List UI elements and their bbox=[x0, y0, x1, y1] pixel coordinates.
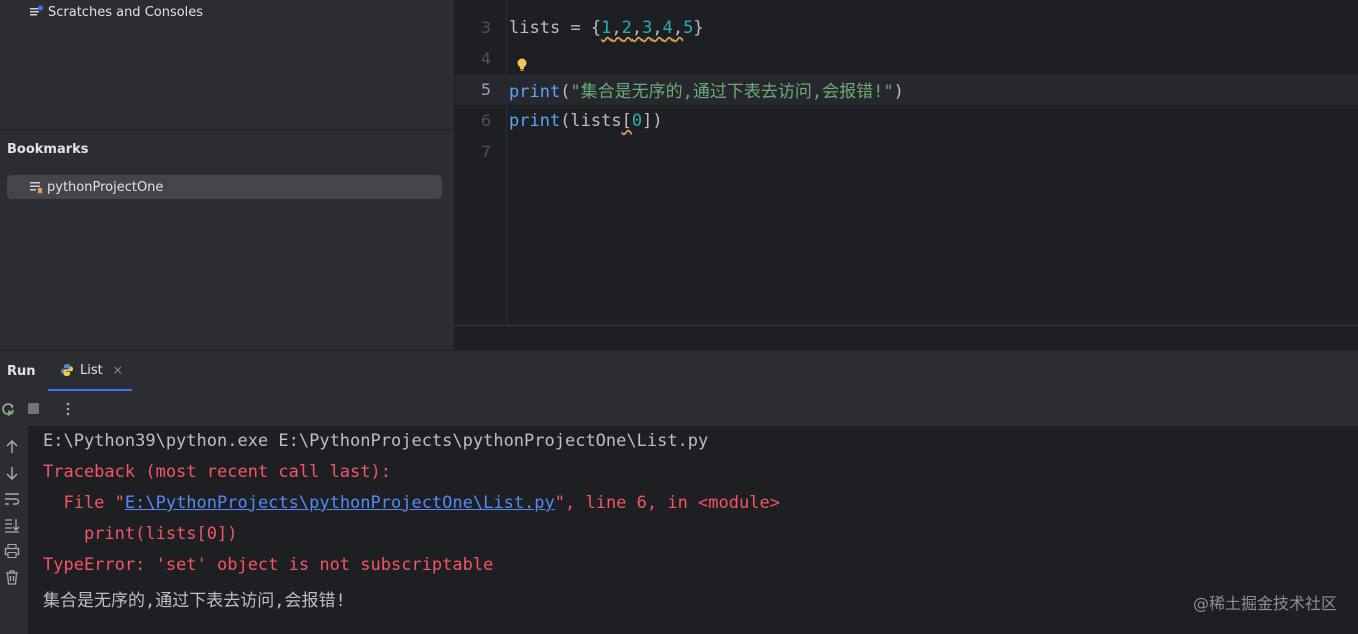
scroll-to-end-icon[interactable] bbox=[4, 517, 20, 533]
line-number: 3 bbox=[480, 18, 491, 37]
code-line-5: print("集合是无序的,通过下表去访问,会报错!") bbox=[509, 82, 904, 102]
run-toolbar bbox=[0, 392, 1358, 426]
tab-list[interactable]: List × bbox=[48, 351, 132, 391]
console-program-output: 集合是无序的,通过下表去访问,会报错! bbox=[43, 591, 346, 611]
bookmark-list-icon bbox=[30, 182, 42, 194]
editor-line-6[interactable]: 6 print(lists[0]) bbox=[455, 105, 1358, 136]
file-suffix: ", line 6, in <module> bbox=[554, 493, 780, 513]
console-side-toolbar bbox=[0, 426, 28, 634]
scratches-label: Scratches and Consoles bbox=[48, 4, 204, 20]
up-arrow-icon[interactable] bbox=[4, 439, 20, 455]
console-error-line: TypeError: 'set' object is not subscript… bbox=[43, 555, 494, 575]
project-panel: Scratches and Consoles Bookmarks pythonP… bbox=[0, 0, 454, 350]
file-prefix: File " bbox=[43, 493, 125, 513]
bookmark-item-pythonprojectone[interactable]: pythonProjectOne bbox=[7, 175, 442, 199]
file-path-link[interactable]: E:\PythonProjects\pythonProjectOne\List.… bbox=[125, 493, 555, 513]
line-number: 6 bbox=[480, 111, 491, 130]
line-number: 5 bbox=[480, 80, 491, 99]
trash-icon[interactable] bbox=[4, 569, 20, 585]
editor-line-4[interactable]: 4 bbox=[455, 43, 1358, 74]
console-traceback-header: Traceback (most recent call last): bbox=[43, 462, 391, 482]
code-line-6: print(lists[0]) bbox=[509, 110, 663, 131]
code-text-lists: lists = { bbox=[509, 17, 602, 38]
scratches-and-consoles-item[interactable]: Scratches and Consoles bbox=[28, 4, 203, 20]
console-command-line: E:\Python39\python.exe E:\PythonProjects… bbox=[43, 431, 709, 451]
console-code-line: print(lists[0]) bbox=[43, 524, 238, 544]
scratches-icon bbox=[30, 5, 43, 16]
stop-icon[interactable] bbox=[28, 403, 39, 414]
editor-bottom-area bbox=[455, 325, 1358, 351]
line-number: 7 bbox=[480, 142, 491, 161]
panel-divider bbox=[0, 129, 454, 130]
watermark: @稀土掘金技术社区 bbox=[1192, 594, 1337, 613]
bookmarks-title: Bookmarks bbox=[7, 142, 89, 157]
close-icon[interactable]: × bbox=[113, 363, 123, 377]
soft-wrap-icon[interactable] bbox=[4, 491, 20, 507]
console-file-line: File "E:\PythonProjects\pythonProjectOne… bbox=[43, 493, 780, 513]
run-console-output[interactable]: E:\Python39\python.exe E:\PythonProjects… bbox=[28, 426, 1358, 634]
editor-line-7[interactable]: 7 bbox=[455, 136, 1358, 167]
bookmark-item-label: pythonProjectOne bbox=[47, 179, 164, 195]
python-icon bbox=[61, 364, 73, 376]
more-icon[interactable] bbox=[60, 401, 76, 417]
print-icon[interactable] bbox=[4, 543, 20, 559]
rerun-icon[interactable] bbox=[0, 401, 16, 417]
run-title: Run bbox=[7, 364, 36, 379]
tab-label: List bbox=[80, 362, 103, 378]
run-panel-header: Run List × bbox=[0, 350, 1358, 393]
line-number: 4 bbox=[480, 49, 491, 68]
code-line-3: lists = {1,2,3,4,5} bbox=[509, 17, 704, 38]
lightbulb-icon[interactable] bbox=[517, 58, 527, 72]
editor-line-3[interactable]: 3 lists = {1,2,3,4,5} bbox=[455, 12, 1358, 43]
editor-line-5[interactable]: 5 print("集合是无序的,通过下表去访问,会报错!") bbox=[455, 74, 1358, 105]
down-arrow-icon[interactable] bbox=[4, 465, 20, 481]
